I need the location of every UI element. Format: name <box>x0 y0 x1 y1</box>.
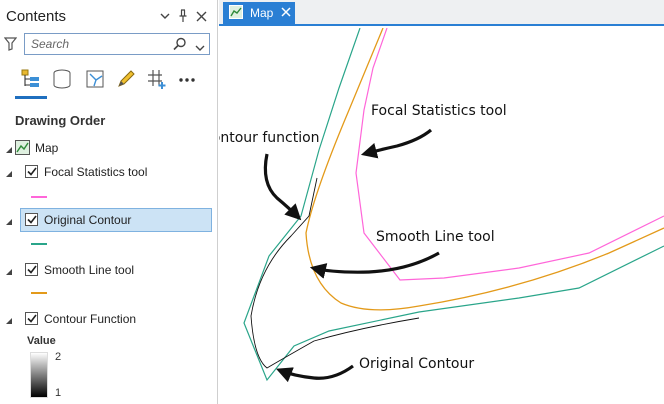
callout-arrow-original <box>276 364 354 383</box>
expand-arrow-icon[interactable] <box>5 265 13 275</box>
list-by-selection-icon[interactable] <box>82 66 108 92</box>
filter-icon[interactable] <box>3 37 18 56</box>
layer-visibility-checkbox[interactable] <box>25 165 38 178</box>
color-ramp <box>30 352 48 398</box>
map-icon <box>15 140 30 158</box>
layer-symbol-line <box>31 243 47 245</box>
list-by-source-icon[interactable] <box>49 66 75 92</box>
layer-item-contour-function[interactable]: Contour Function <box>0 307 218 331</box>
layer-label: Original Contour <box>44 213 132 227</box>
active-tool-indicator <box>15 96 47 99</box>
search-box <box>24 33 210 55</box>
legend-title: Value <box>27 335 56 347</box>
search-input[interactable] <box>29 35 169 53</box>
expand-arrow-icon[interactable] <box>5 143 13 153</box>
layer-visibility-checkbox[interactable] <box>25 263 38 276</box>
filter-row <box>0 33 218 57</box>
expand-arrow-icon[interactable] <box>5 167 13 177</box>
callout-focal-statistics: Focal Statistics tool <box>371 103 507 119</box>
more-icon[interactable] <box>174 66 200 92</box>
list-by-drawing-order-icon[interactable] <box>18 66 44 92</box>
tab-label: Map <box>250 6 274 20</box>
layer-item-original-contour[interactable]: Original Contour <box>0 208 218 232</box>
pin-icon[interactable] <box>176 8 190 24</box>
layer-symbol-line <box>31 292 47 294</box>
map-view[interactable]: Focal Statistics tool Contour function S… <box>219 28 664 404</box>
legend-high-label: 2 <box>55 351 62 363</box>
list-view-toolbar <box>0 62 218 102</box>
layer-item-smooth-line[interactable]: Smooth Line tool <box>0 258 218 282</box>
callout-arrow-focal <box>360 128 433 159</box>
tab-map[interactable]: Map <box>223 2 295 24</box>
pane-header: Contents <box>0 0 218 32</box>
layer-item-focal-statistics[interactable]: Focal Statistics tool <box>0 160 218 184</box>
callout-arrow-contour-function <box>263 153 302 221</box>
chevron-down-icon[interactable] <box>158 8 172 24</box>
search-icon[interactable] <box>173 37 187 56</box>
legend-low-label: 1 <box>55 387 62 399</box>
smooth-line <box>305 28 664 311</box>
expand-arrow-icon[interactable] <box>5 314 13 324</box>
layer-label: Smooth Line tool <box>44 263 135 277</box>
callout-original-contour: Original Contour <box>359 356 475 372</box>
list-by-snapping-icon[interactable] <box>144 66 170 92</box>
layer-visibility-checkbox[interactable] <box>25 312 38 325</box>
drawing-order-title: Drawing Order <box>15 113 106 128</box>
tree-item-map[interactable]: Map <box>0 136 218 160</box>
list-by-editing-icon[interactable] <box>113 66 139 92</box>
layer-label: Focal Statistics tool <box>44 165 148 179</box>
map-label: Map <box>35 141 59 155</box>
expand-arrow-icon[interactable] <box>5 215 13 225</box>
chevron-down-icon[interactable] <box>195 39 205 57</box>
contour-function-line <box>250 177 420 369</box>
view-tab-bar: Map <box>219 0 664 26</box>
close-icon[interactable] <box>281 5 293 19</box>
callout-arrow-smooth <box>309 251 440 279</box>
layer-label: Contour Function <box>44 312 137 326</box>
original-contour-line <box>243 28 664 382</box>
map-icon <box>229 5 243 19</box>
close-icon[interactable] <box>194 8 208 24</box>
callout-contour-function: Contour function <box>219 130 320 146</box>
callout-smooth-line: Smooth Line tool <box>376 229 495 245</box>
pane-title: Contents <box>6 8 67 25</box>
layer-visibility-checkbox[interactable] <box>25 213 38 226</box>
contents-pane: Contents Search Drawing Order Map Focal … <box>0 0 218 404</box>
layer-symbol-line <box>31 196 47 198</box>
